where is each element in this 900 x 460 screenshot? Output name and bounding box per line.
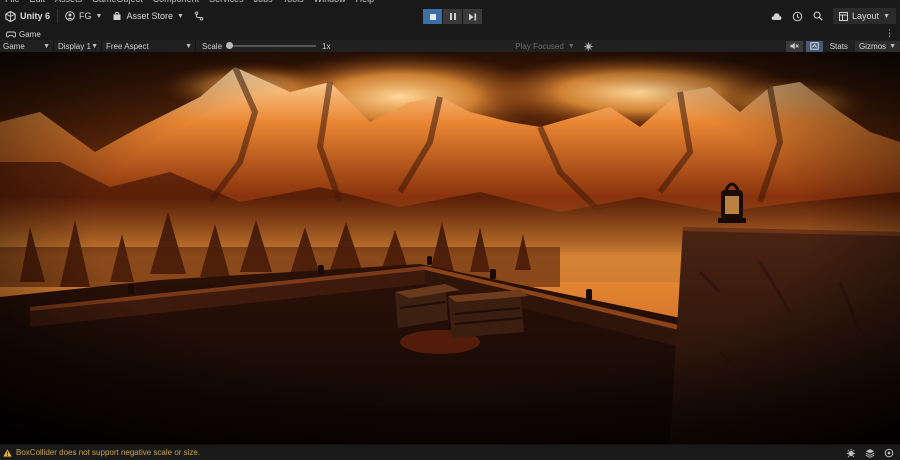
tab-game-label: Game <box>19 29 41 39</box>
asset-store-label: Asset Store <box>126 11 173 21</box>
app-name: Unity 6 <box>20 11 51 21</box>
gizmos-dropdown[interactable]: Gizmos ▼ <box>854 40 900 52</box>
chevron-down-icon: ▼ <box>185 42 192 50</box>
audio-mute-toggle[interactable] <box>785 40 803 52</box>
gizmo-icon-toggle[interactable] <box>805 40 823 52</box>
gizmos-label: Gizmos <box>858 41 887 51</box>
step-icon <box>469 13 477 20</box>
view-mode-dropdown[interactable]: Game ▼ <box>0 40 54 52</box>
play-button[interactable] <box>423 9 442 24</box>
audio-mute-icon <box>790 42 799 50</box>
game-view-toolbar: Game ▼ Display 1 ▼ Free Aspect ▼ Scale 1… <box>0 40 900 52</box>
scale-control: Scale 1x <box>196 42 336 51</box>
main-toolbar: Unity 6 FG ▼ Asset Store ▼ Layout ▼ <box>0 4 900 28</box>
account-icon <box>65 11 75 21</box>
aspect-dropdown[interactable]: Free Aspect ▼ <box>102 40 196 52</box>
aspect-label: Free Aspect <box>106 41 149 51</box>
play-controls <box>423 9 482 24</box>
scale-slider[interactable] <box>226 42 317 49</box>
layers-icon[interactable] <box>865 448 875 458</box>
pause-icon <box>449 13 456 20</box>
status-message-text: BoxCollider does not support negative sc… <box>16 448 201 457</box>
account-dropdown[interactable]: FG ▼ <box>60 7 107 25</box>
status-icons <box>846 448 894 458</box>
display-label: Display 1 <box>58 41 91 51</box>
debug-mode-icon[interactable] <box>846 448 856 458</box>
scale-slider-handle[interactable] <box>226 42 234 49</box>
search-icon[interactable] <box>813 11 823 21</box>
step-button[interactable] <box>463 9 482 24</box>
scale-label: Scale <box>202 41 223 51</box>
asset-store-icon <box>112 11 122 21</box>
tab-game[interactable]: Game <box>0 28 47 40</box>
stats-label: Stats <box>829 41 848 51</box>
bug-icon[interactable] <box>584 42 593 51</box>
play-focused-dropdown[interactable]: Play Focused ▼ <box>515 42 580 51</box>
chevron-down-icon: ▼ <box>883 12 890 20</box>
stats-toggle[interactable]: Stats <box>826 41 852 52</box>
tab-strip: Game <box>0 28 900 40</box>
chevron-down-icon: ▼ <box>95 12 103 20</box>
toolbar-divider <box>57 9 59 23</box>
chevron-down-icon: ▼ <box>91 42 98 50</box>
gamepad-icon <box>6 31 16 38</box>
stop-icon <box>429 13 436 20</box>
account-label: FG <box>79 11 92 21</box>
history-icon[interactable] <box>792 11 803 22</box>
play-focused-label: Play Focused <box>515 41 564 51</box>
chevron-down-icon: ▼ <box>43 42 50 50</box>
layout-dropdown[interactable]: Layout ▼ <box>833 8 896 24</box>
layout-label: Layout <box>852 11 880 21</box>
progress-icon[interactable] <box>884 448 894 458</box>
view-mode-label: Game <box>3 41 25 51</box>
display-dropdown[interactable]: Display 1 ▼ <box>54 40 102 52</box>
gizmo-icon <box>810 42 819 50</box>
branch-icon <box>194 11 204 21</box>
game-render <box>0 52 900 444</box>
asset-store-dropdown[interactable]: Asset Store ▼ <box>107 7 188 25</box>
game-toolbar-right: Play Focused ▼ Stats Gizmos ▼ <box>515 40 900 52</box>
chevron-down-icon: ▼ <box>889 42 896 50</box>
chevron-down-icon: ▼ <box>567 42 575 50</box>
cloud-icon[interactable] <box>771 12 782 21</box>
chevron-down-icon: ▼ <box>176 12 184 20</box>
status-bar: BoxCollider does not support negative sc… <box>0 444 900 460</box>
unity-account-button[interactable]: Unity 6 <box>0 7 55 25</box>
scale-value: 1x <box>322 41 331 51</box>
version-control-button[interactable] <box>189 7 209 25</box>
console-status-message[interactable]: BoxCollider does not support negative sc… <box>0 448 200 457</box>
unity-logo-icon <box>5 10 16 22</box>
game-viewport[interactable] <box>0 52 900 444</box>
kebab-menu-icon[interactable]: ⋮ <box>885 28 894 39</box>
warning-icon <box>3 448 12 457</box>
pause-button[interactable] <box>443 9 462 24</box>
layout-icon <box>839 11 849 21</box>
